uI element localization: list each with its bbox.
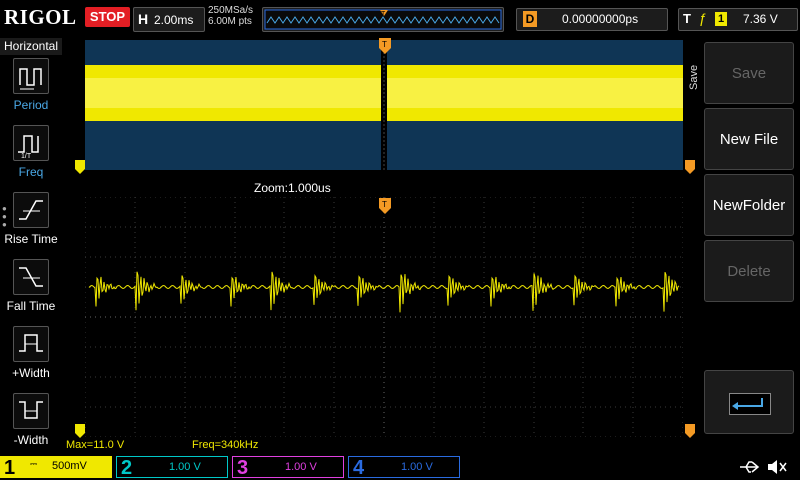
graticule-grid: [84, 196, 684, 438]
delay-box[interactable]: D 0.00000000ps: [516, 8, 668, 31]
d-key-label: D: [523, 11, 537, 27]
main-waveform-window[interactable]: [85, 40, 683, 170]
overview-trigger-marker: T: [381, 11, 386, 18]
svg-text:1/T: 1/T: [21, 153, 32, 160]
timebase-value: 2.00ms: [154, 13, 194, 27]
run-stop-indicator[interactable]: STOP: [85, 7, 130, 27]
svg-text:T: T: [382, 200, 387, 209]
period-icon: [13, 58, 49, 94]
menu-item-pos-width[interactable]: +Width: [2, 326, 60, 388]
t-key-label: T: [683, 11, 691, 26]
enter-button[interactable]: [704, 370, 794, 434]
main-trigger-level-marker[interactable]: [685, 160, 695, 174]
usb-icon: [740, 461, 760, 473]
main-trigger-position-marker[interactable]: T: [379, 38, 391, 56]
ch3-tab[interactable]: 3 1.00 V: [232, 456, 344, 479]
zoom-waveform-window[interactable]: [84, 196, 684, 438]
menu-item-fall-time[interactable]: Fall Time: [2, 259, 60, 321]
main-ch1-offset-marker[interactable]: [75, 160, 85, 174]
menu-item-label: Period: [13, 98, 49, 112]
save-button[interactable]: Save: [704, 42, 794, 104]
zoom-waveform-svg: [84, 196, 684, 438]
menu-item-label: Rise Time: [4, 232, 58, 246]
delay-value: 0.00000000ps: [562, 12, 639, 26]
ch4-tab[interactable]: 4 1.00 V: [348, 456, 460, 479]
dc-coupling-icon: ⎓: [30, 459, 38, 469]
menu-item-neg-width[interactable]: -Width: [2, 393, 60, 455]
new-file-button[interactable]: New File: [704, 108, 794, 170]
horizontal-timebase-box[interactable]: H 2.00ms: [133, 7, 205, 32]
save-menu-tab: Save: [688, 64, 700, 90]
menu-item-label: -Width: [13, 433, 49, 447]
measurement-max: Max=11.0 V: [66, 439, 125, 451]
fall-time-icon: [13, 259, 49, 295]
acquisition-info: 250MSa/s 6.00M pts: [208, 5, 253, 27]
ch1-tab[interactable]: 1 ⎓ 500mV: [0, 456, 112, 479]
menu-item-period[interactable]: Period: [2, 58, 60, 120]
ch2-tab[interactable]: 2 1.00 V: [116, 456, 228, 479]
zoom-trigger-position-marker[interactable]: T: [379, 198, 391, 216]
brand-logo: RIGOL: [4, 5, 77, 29]
menu-item-label: Fall Time: [6, 299, 56, 313]
trigger-channel-badge: 1: [715, 12, 727, 26]
memory-overview-waveform: T: [264, 9, 502, 30]
enter-icon: [729, 393, 771, 415]
trigger-edge-icon: ƒ: [699, 10, 707, 26]
pos-width-icon: [13, 326, 49, 362]
neg-width-icon: [13, 393, 49, 429]
h-key-label: H: [138, 11, 149, 27]
zoom-trigger-level-marker[interactable]: [685, 424, 695, 438]
sample-rate: 250MSa/s: [208, 5, 254, 16]
memory-overview-bar[interactable]: T: [262, 7, 504, 32]
left-menu-title: Horizontal: [0, 38, 62, 55]
zoom-timebase-label: Zoom:1.000us: [254, 181, 331, 195]
menu-item-label: Freq: [18, 165, 44, 179]
menu-item-label: +Width: [12, 366, 50, 380]
zoom-ch1-offset-marker[interactable]: [75, 424, 85, 438]
new-folder-button[interactable]: NewFolder: [704, 174, 794, 236]
svg-text:T: T: [382, 40, 387, 49]
measurement-freq: Freq=340kHz: [192, 439, 259, 451]
main-waveform-svg: [85, 40, 683, 170]
mute-icon[interactable]: [766, 458, 788, 476]
rise-time-icon: [13, 192, 49, 228]
freq-icon: 1/T: [13, 125, 49, 161]
trigger-level-value: 7.36 V: [743, 12, 778, 26]
delete-button[interactable]: Delete: [704, 240, 794, 302]
menu-item-freq[interactable]: 1/T Freq: [2, 125, 60, 187]
memory-depth: 6.00M pts: [208, 16, 252, 27]
trigger-box[interactable]: T ƒ 1 7.36 V: [678, 8, 798, 31]
menu-item-rise-time[interactable]: Rise Time: [2, 192, 60, 254]
